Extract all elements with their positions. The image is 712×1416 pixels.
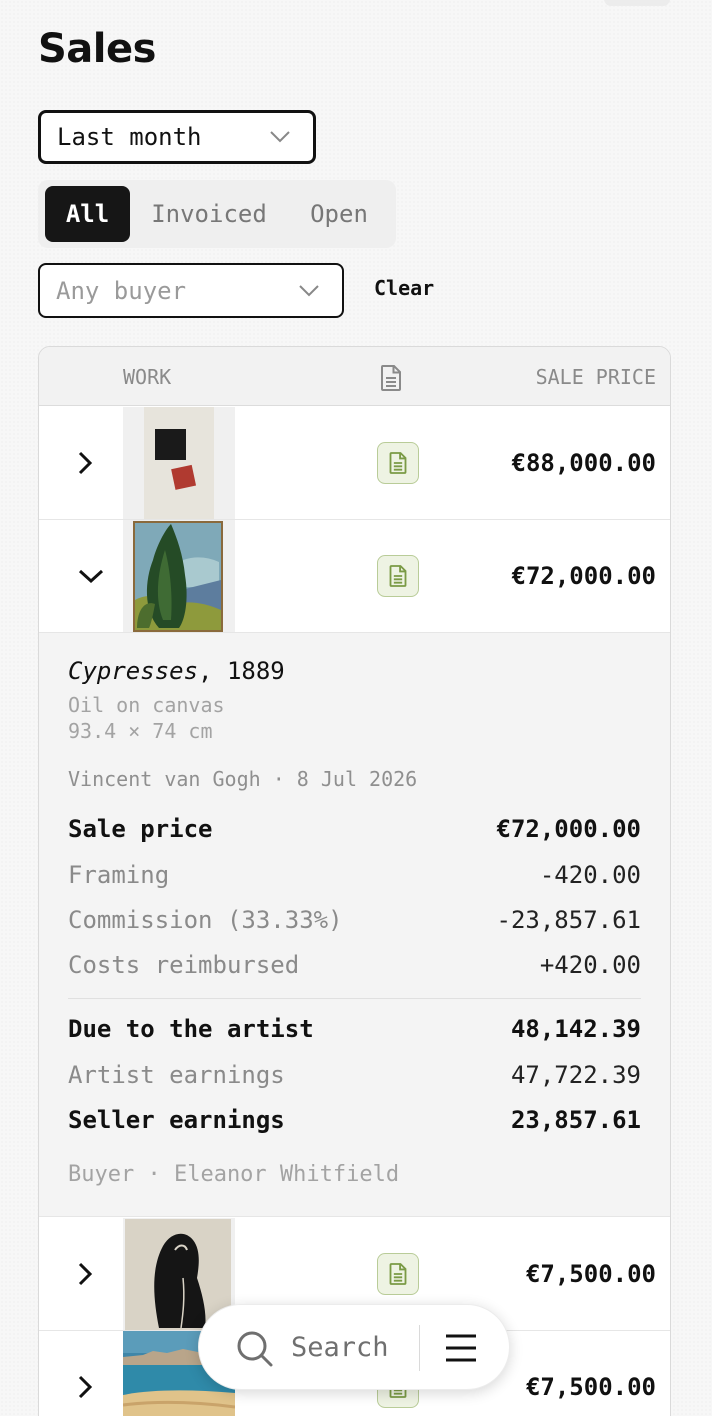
clear-filters-button[interactable]: Clear <box>374 276 434 300</box>
cypresses-painting-thumbnail[interactable] <box>123 520 235 632</box>
line-value: 48,142.39 <box>510 1015 641 1043</box>
line-framing: Framing -420.00 <box>68 861 641 889</box>
page-title: Sales <box>38 26 156 72</box>
chevron-right-icon[interactable] <box>77 1374 93 1400</box>
segment-all[interactable]: All <box>45 186 130 242</box>
line-value: 47,722.39 <box>510 1061 641 1089</box>
sales-table: WORK SALE PRICE €88,000.00 €72,000.00 Cy… <box>38 346 671 1416</box>
line-value: +420.00 <box>539 951 641 979</box>
chevron-right-icon[interactable] <box>77 450 93 476</box>
sale-price: €72,000.00 <box>511 562 657 590</box>
table-row[interactable]: €88,000.00 <box>39 407 670 520</box>
buyer-select[interactable]: Any buyer <box>38 263 344 318</box>
sale-price: €7,500.00 <box>525 1373 656 1401</box>
sale-price: €88,000.00 <box>511 449 657 477</box>
artwork-dimensions: 93.4 × 74 cm <box>68 719 213 743</box>
line-seller-earnings: Seller earnings 23,857.61 <box>68 1106 641 1134</box>
divider <box>419 1325 420 1371</box>
chevron-down-icon <box>299 284 319 296</box>
artwork-medium: Oil on canvas <box>68 693 225 717</box>
document-icon <box>381 365 401 391</box>
line-value: €72,000.00 <box>496 815 642 843</box>
artist-and-date: Vincent van Gogh · 8 Jul 2026 <box>68 767 418 791</box>
line-value: -23,857.61 <box>496 906 642 934</box>
sale-detail-panel: Cypresses, 1889 Oil on canvas 93.4 × 74 … <box>39 633 670 1217</box>
line-artist-earnings: Artist earnings 47,722.39 <box>68 1061 641 1089</box>
line-costs-reimbursed: Costs reimbursed +420.00 <box>68 951 641 979</box>
period-select[interactable]: Last month <box>38 110 316 164</box>
column-header-sale-price: SALE PRICE <box>535 365 656 389</box>
line-label: Costs reimbursed <box>68 951 300 979</box>
buyer-select-placeholder: Any buyer <box>56 276 187 305</box>
document-icon <box>389 1263 407 1285</box>
artwork-title-year: , 1889 <box>198 657 285 685</box>
line-due-to-artist: Due to the artist 48,142.39 <box>68 1015 641 1043</box>
chevron-down-icon[interactable] <box>77 568 105 584</box>
table-header: WORK SALE PRICE <box>39 347 670 406</box>
status-segmented-control: All Invoiced Open <box>38 180 396 248</box>
invoice-document-button[interactable] <box>377 555 419 597</box>
chevron-down-icon <box>270 131 290 143</box>
search-icon[interactable] <box>236 1330 274 1368</box>
line-label: Sale price <box>68 815 213 843</box>
segment-open[interactable]: Open <box>290 186 388 242</box>
abstract-squares-thumbnail[interactable] <box>123 407 235 519</box>
invoice-document-button[interactable] <box>377 1253 419 1295</box>
line-label: Commission (33.33%) <box>68 906 343 934</box>
line-value: -420.00 <box>539 861 641 889</box>
segment-invoiced[interactable]: Invoiced <box>138 186 280 242</box>
line-label: Artist earnings <box>68 1061 285 1089</box>
document-icon <box>389 565 407 587</box>
period-select-value: Last month <box>57 123 202 151</box>
sale-price: €7,500.00 <box>525 1260 656 1288</box>
table-row[interactable]: €72,000.00 <box>39 520 670 633</box>
document-icon <box>389 452 407 474</box>
line-value: 23,857.61 <box>510 1106 641 1134</box>
artwork-title-name: Cypresses <box>68 657 199 685</box>
search-button[interactable]: Search <box>291 1332 389 1363</box>
top-handle <box>604 0 670 6</box>
chevron-right-icon[interactable] <box>77 1261 93 1287</box>
line-label: Framing <box>68 861 170 889</box>
line-label: Seller earnings <box>68 1106 285 1134</box>
artwork-title: Cypresses, 1889 <box>68 657 285 685</box>
buyer-name: Buyer · Eleanor Whitfield <box>68 1162 400 1187</box>
bottom-search-bar: Search <box>198 1304 510 1390</box>
line-label: Due to the artist <box>68 1015 314 1043</box>
invoice-document-button[interactable] <box>377 442 419 484</box>
menu-icon[interactable] <box>445 1333 477 1363</box>
line-commission: Commission (33.33%) -23,857.61 <box>68 906 641 934</box>
line-sale-price: Sale price €72,000.00 <box>68 815 641 843</box>
column-header-work: WORK <box>123 365 172 389</box>
divider <box>68 998 641 999</box>
